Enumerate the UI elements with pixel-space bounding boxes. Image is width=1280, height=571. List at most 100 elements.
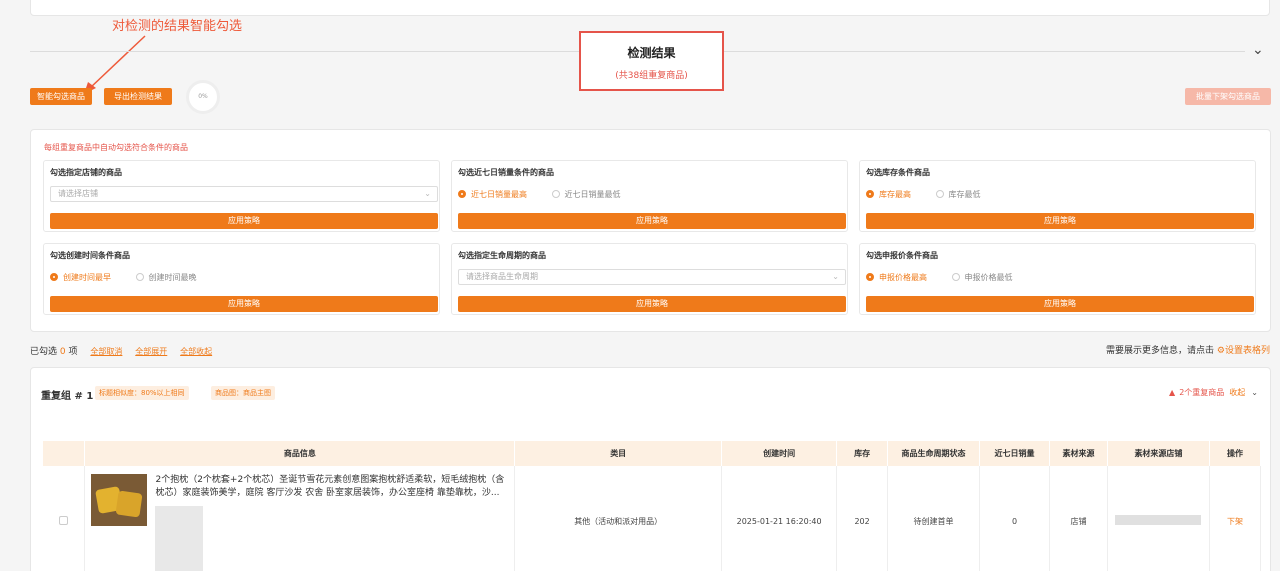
apply-strategy-button[interactable]: 应用策略 (866, 213, 1254, 229)
table-header: 操作 (1209, 441, 1262, 466)
radio-dot-icon (951, 273, 960, 281)
cancel-all-link[interactable]: 全部取消 (90, 347, 122, 356)
top-card (30, 0, 1270, 16)
radio-dot-icon (935, 190, 944, 198)
strategy-title: 勾选指定生命周期的商品 (458, 251, 546, 260)
more-info-text: 需要展示更多信息，请点击 (1106, 346, 1215, 356)
source-cell: 店铺 (1049, 466, 1108, 571)
radio-dot-icon (50, 273, 58, 281)
strategy-lifecycle: 勾选指定生命周期的商品 请选择商品生命周期 ⌄ 应用策略 (451, 243, 848, 315)
radio-dot-icon (458, 190, 466, 198)
radio-dot-icon (551, 190, 560, 198)
selected-prefix: 已勾选 (30, 347, 58, 357)
radio-group: 近七日销量最高 近七日销量最低 (458, 189, 643, 200)
delist-link[interactable]: 下架 (1227, 517, 1243, 526)
duplicate-group: 重复组 # 1 标题相似度：80%以上相同 商品图：商品主图 ▲ 2个重复商品 收起… (30, 367, 1271, 571)
strategy-store: 勾选指定店铺的商品 请选择店铺 ⌄ 应用策略 (43, 160, 440, 232)
strategy-created: 勾选创建时间条件商品 创建时间最早 创建时间最晚 应用策略 (43, 243, 440, 315)
result-header: 检测结果 (共38组重复商品) (579, 31, 724, 91)
source-store-cell (1107, 466, 1210, 571)
apply-strategy-button[interactable]: 应用策略 (458, 213, 846, 229)
table-header: 创建时间 (721, 441, 838, 466)
table-header: 商品生命周期状态 (887, 441, 981, 466)
divider-right (690, 51, 1245, 52)
radio-option[interactable]: 库存最低 (935, 189, 981, 200)
smart-select-button[interactable]: 智能勾选商品 (30, 88, 92, 105)
image-tag: 商品图：商品主图 (211, 386, 275, 400)
chevron-down-icon: ⌄ (832, 272, 839, 281)
pillow-shape (115, 490, 144, 518)
radio-label: 近七日销量最高 (471, 190, 527, 199)
fold-link[interactable]: 收起 (1229, 388, 1245, 397)
result-subtitle: (共38组重复商品) (615, 71, 688, 81)
chevron-down-icon: ⌄ (424, 189, 431, 198)
strategy-title: 勾选申报价条件商品 (866, 251, 938, 260)
strategy-panel: 每组重复商品中自动勾选符合条件的商品 勾选指定店铺的商品 请选择店铺 ⌄ 应用策略… (30, 129, 1271, 332)
selected-count: 0 (59, 347, 66, 357)
table-header: 近七日销量 (979, 441, 1050, 466)
radio-group: 创建时间最早 创建时间最晚 (50, 272, 219, 283)
expand-all-link[interactable]: 全部展开 (135, 347, 167, 356)
export-results-button[interactable]: 导出检测结果 (104, 88, 172, 105)
apply-strategy-button[interactable]: 应用策略 (458, 296, 846, 312)
category-cell: 其他（活动和派对用品） (514, 466, 723, 571)
set-columns-link[interactable]: 设置表格列 (1225, 346, 1270, 356)
progress-indicator: 0% (186, 80, 220, 114)
divider-left (30, 51, 600, 52)
radio-label: 创建时间最早 (63, 273, 111, 282)
radio-label: 创建时间最晚 (148, 273, 197, 282)
strategy-title: 勾选创建时间条件商品 (50, 251, 130, 260)
select-placeholder: 请选择商品生命周期 (466, 272, 538, 281)
radio-option[interactable]: 创建时间最早 (50, 272, 111, 283)
lifecycle-select[interactable]: 请选择商品生命周期 ⌄ (458, 269, 846, 285)
product-thumbnail[interactable] (91, 474, 148, 526)
chevron-down-icon[interactable]: ⌄ (1252, 42, 1264, 58)
selection-info: 已勾选 0 项 全部取消 全部展开 全部收起 (30, 344, 212, 357)
product-table: 商品信息 类目 创建时间 库存 商品生命周期状态 近七日销量 素材来源 素材来源… (43, 441, 1262, 571)
radio-label: 申报价格最高 (879, 273, 927, 282)
apply-strategy-button[interactable]: 应用策略 (50, 213, 438, 229)
blurred-image (155, 506, 204, 571)
action-cell: 下架 (1209, 466, 1262, 571)
sales-cell: 0 (979, 466, 1050, 571)
group-title: 重复组 # 1 (41, 391, 94, 402)
radio-option[interactable]: 申报价格最高 (866, 272, 927, 283)
radio-option[interactable]: 申报价格最低 (951, 272, 1013, 283)
chevron-down-icon[interactable]: ⌄ (1251, 388, 1258, 397)
radio-option[interactable]: 创建时间最晚 (135, 272, 197, 283)
radio-dot-icon (866, 190, 874, 198)
radio-dot-icon (866, 273, 874, 281)
radio-option[interactable]: 近七日销量最低 (551, 189, 621, 200)
table-row: 2个抱枕（2个枕套+2个枕芯）圣诞节雪花元素创意图案抱枕舒适柔软，短毛绒抱枕（含… (43, 466, 1262, 571)
table-header: 库存 (836, 441, 889, 466)
result-title: 检测结果 (627, 46, 676, 60)
apply-strategy-button[interactable]: 应用策略 (866, 296, 1254, 312)
warning-icon: ▲ (1169, 388, 1176, 397)
radio-label: 申报价格最低 (964, 273, 1013, 282)
radio-label: 近七日销量最低 (564, 190, 621, 199)
strategy-title: 勾选近七日销量条件的商品 (458, 168, 554, 177)
radio-option[interactable]: 近七日销量最高 (458, 189, 527, 200)
table-header: 类目 (514, 441, 723, 466)
collapse-all-link[interactable]: 全部收起 (180, 347, 212, 356)
radio-option[interactable]: 库存最高 (866, 189, 911, 200)
lifecycle-cell: 待创建首单 (887, 466, 981, 571)
bulk-delist-button[interactable]: 批量下架勾选商品 (1185, 88, 1271, 105)
group-actions: ▲ 2个重复商品 收起 ⌄ (1169, 387, 1258, 398)
radio-label: 库存最低 (948, 190, 981, 199)
store-select[interactable]: 请选择店铺 ⌄ (50, 186, 438, 202)
strategy-price: 勾选申报价条件商品 申报价格最高 申报价格最低 应用策略 (859, 243, 1256, 315)
more-info: 需要展示更多信息，请点击 ⚙设置表格列 (1106, 343, 1270, 356)
table-header: 商品信息 (84, 441, 516, 466)
table-header: 素材来源店铺 (1107, 441, 1210, 466)
product-info: 2个抱枕（2个枕套+2个枕芯）圣诞节雪花元素创意图案抱枕舒适柔软，短毛绒抱枕（含… (85, 466, 514, 571)
table-header-row: 商品信息 类目 创建时间 库存 商品生命周期状态 近七日销量 素材来源 素材来源… (43, 441, 1262, 466)
row-checkbox-cell (43, 466, 86, 571)
product-title[interactable]: 2个抱枕（2个枕套+2个枕芯）圣诞节雪花元素创意图案抱枕舒适柔软，短毛绒抱枕（含… (155, 474, 510, 500)
radio-group: 库存最高 库存最低 (866, 189, 1003, 200)
strategy-hint: 每组重复商品中自动勾选符合条件的商品 (44, 143, 188, 152)
radio-dot-icon (135, 273, 144, 281)
row-checkbox[interactable] (59, 515, 69, 525)
apply-strategy-button[interactable]: 应用策略 (50, 296, 438, 312)
blurred-store-name (1115, 515, 1202, 525)
